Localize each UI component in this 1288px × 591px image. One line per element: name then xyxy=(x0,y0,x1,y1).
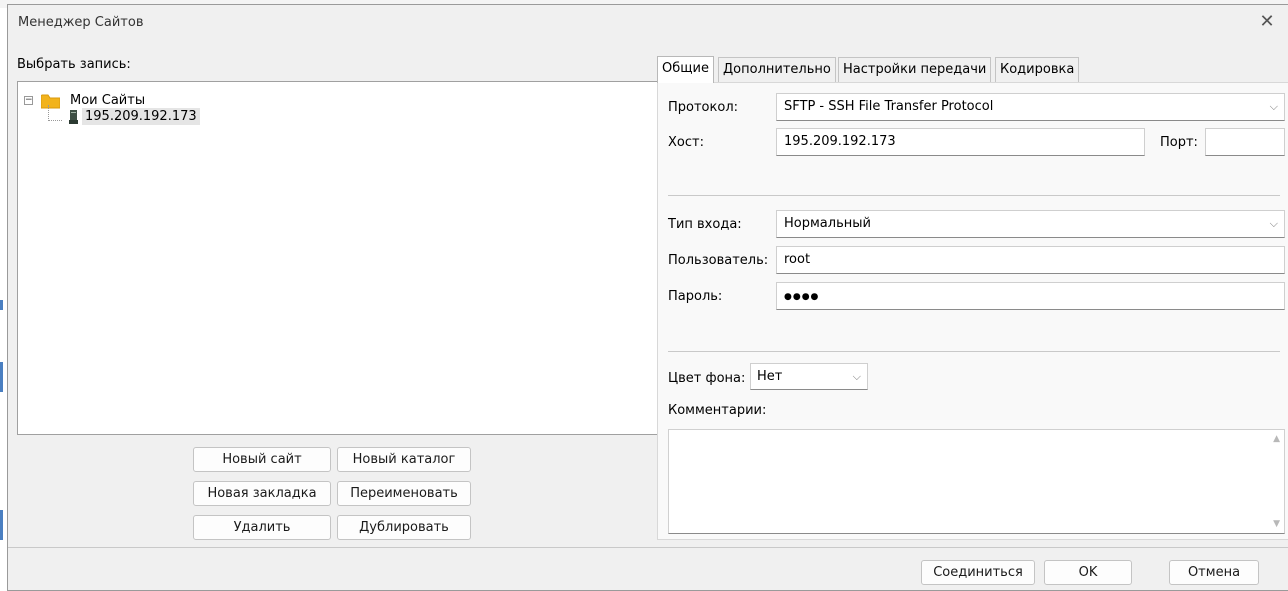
port-label: Порт: xyxy=(1160,135,1198,150)
new-folder-button[interactable]: Новый каталог xyxy=(337,447,471,472)
password-mask: ●●●● xyxy=(784,292,820,302)
tree-connector xyxy=(48,120,62,121)
protocol-select[interactable]: SFTP - SSH File Transfer Protocol ⌵ xyxy=(776,93,1285,121)
user-label: Пользователь: xyxy=(668,253,769,268)
bg-color-value: Нет xyxy=(757,369,783,384)
chevron-down-icon: ⌵ xyxy=(852,370,861,383)
tree-item-label: Мои Сайты xyxy=(70,93,146,108)
user-value: root xyxy=(784,252,811,267)
connect-button[interactable]: Соединиться xyxy=(921,560,1035,585)
separator xyxy=(668,195,1280,196)
password-input[interactable]: ●●●● xyxy=(776,282,1285,310)
cancel-button[interactable]: Отмена xyxy=(1169,560,1259,585)
dialog-title: Менеджер Сайтов xyxy=(18,15,144,30)
background-edge-mark xyxy=(0,510,3,540)
new-site-button[interactable]: Новый сайт xyxy=(193,447,331,472)
protocol-label: Протокол: xyxy=(668,100,739,115)
site-manager-dialog: Менеджер Сайтов ✕ Выбрать запись: − Мои … xyxy=(7,4,1288,591)
duplicate-button[interactable]: Дублировать xyxy=(337,515,471,540)
rename-button[interactable]: Переименовать xyxy=(337,481,471,506)
tree-connector xyxy=(48,105,49,121)
footer-separator xyxy=(8,547,1288,548)
general-tab-panel: Протокол: SFTP - SSH File Transfer Proto… xyxy=(657,82,1288,540)
comments-textarea[interactable]: ▲ ▼ xyxy=(668,429,1285,534)
user-input[interactable]: root xyxy=(776,246,1285,274)
separator xyxy=(668,351,1280,352)
background-edge-mark xyxy=(0,362,3,392)
server-icon xyxy=(69,110,78,124)
collapse-icon[interactable]: − xyxy=(24,96,33,105)
new-bookmark-button[interactable]: Новая закладка xyxy=(193,481,331,506)
tab-general[interactable]: Общие xyxy=(657,56,714,83)
comments-label: Комментарии: xyxy=(668,403,767,418)
tab-transfer-settings[interactable]: Настройки передачи xyxy=(838,57,992,82)
tree-item-site[interactable]: 195.209.192.173 xyxy=(82,108,200,125)
chevron-down-icon: ⌵ xyxy=(1269,217,1278,230)
protocol-value: SFTP - SSH File Transfer Protocol xyxy=(784,99,994,114)
host-input[interactable]: 195.209.192.173 xyxy=(776,128,1145,156)
delete-button[interactable]: Удалить xyxy=(193,515,331,540)
logon-type-label: Тип входа: xyxy=(668,217,742,232)
title-bar: Менеджер Сайтов ✕ xyxy=(8,5,1288,41)
host-value: 195.209.192.173 xyxy=(784,134,896,149)
scroll-down-icon[interactable]: ▼ xyxy=(1273,519,1280,529)
password-label: Пароль: xyxy=(668,289,723,304)
bg-color-select[interactable]: Нет ⌵ xyxy=(750,363,868,390)
tab-charset[interactable]: Кодировка xyxy=(995,57,1080,82)
ok-button[interactable]: OK xyxy=(1044,560,1132,585)
scroll-up-icon[interactable]: ▲ xyxy=(1273,434,1280,444)
tab-advanced[interactable]: Дополнительно xyxy=(718,57,836,82)
folder-icon xyxy=(41,94,60,109)
port-input[interactable] xyxy=(1205,128,1285,156)
background-edge-mark xyxy=(0,300,3,310)
close-icon[interactable]: ✕ xyxy=(1256,11,1278,33)
chevron-down-icon: ⌵ xyxy=(1269,100,1278,113)
bg-color-label: Цвет фона: xyxy=(668,371,746,386)
logon-type-select[interactable]: Нормальный ⌵ xyxy=(776,210,1285,238)
select-entry-label: Выбрать запись: xyxy=(17,57,131,72)
host-label: Хост: xyxy=(668,135,704,150)
site-tree[interactable]: − Мои Сайты 195.209.192.173 xyxy=(17,81,682,435)
logon-type-value: Нормальный xyxy=(784,216,871,231)
